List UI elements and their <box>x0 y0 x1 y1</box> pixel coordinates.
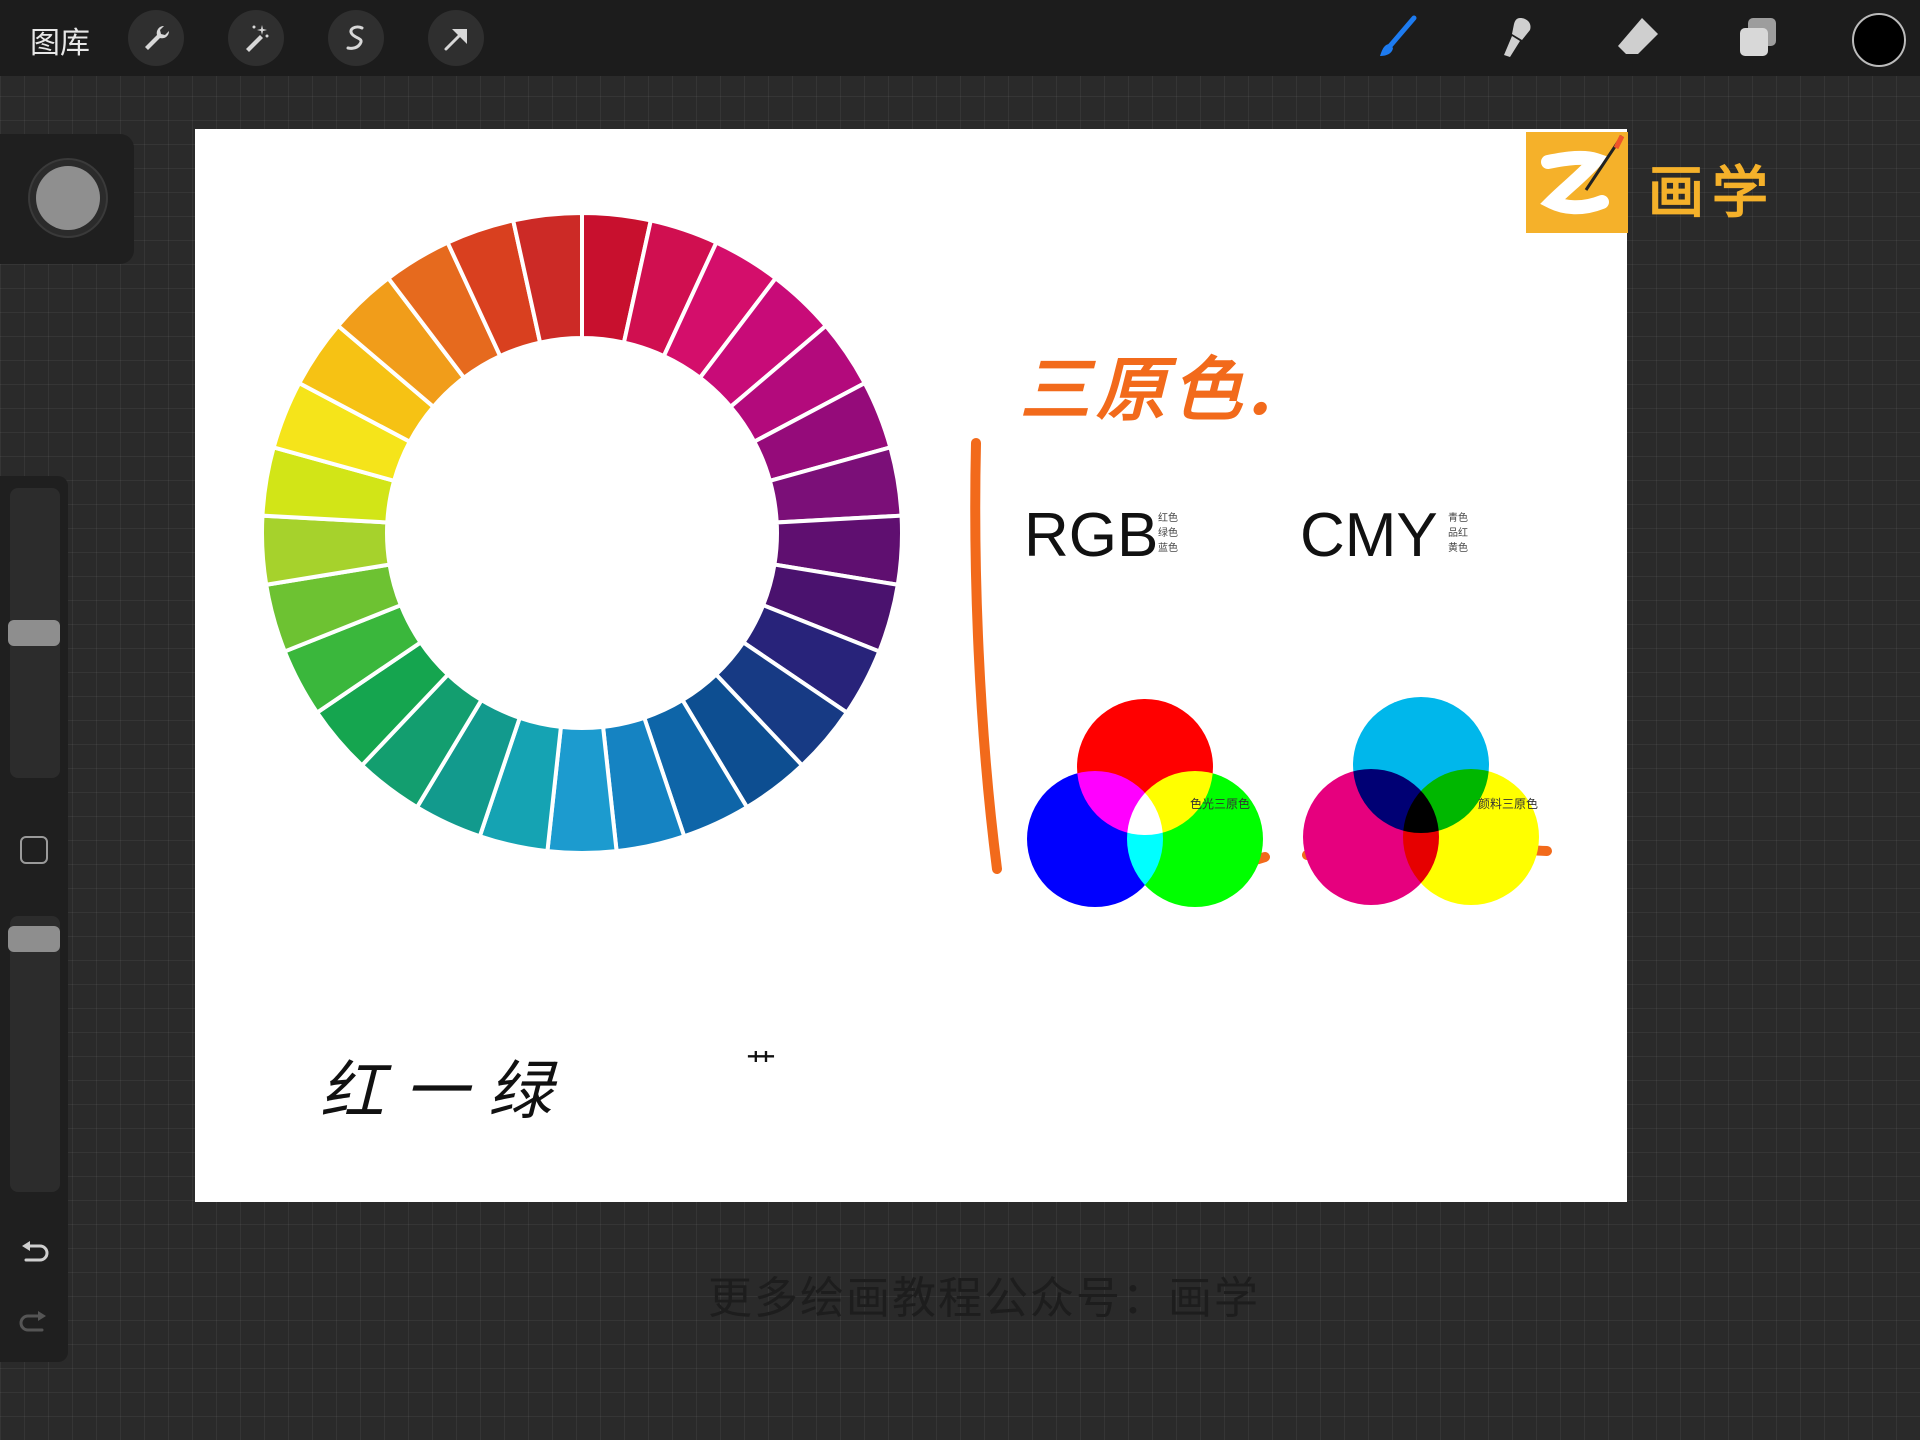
rgb-green-circle <box>1127 771 1263 907</box>
top-toolbar: 图库 <box>0 0 1920 76</box>
cmy-notes: 青色 品红 黄色 <box>1448 513 1468 554</box>
orange-divider-stroke <box>970 438 1002 874</box>
cmy-label: CMY <box>1300 501 1438 570</box>
eraser-icon[interactable] <box>1612 12 1664 64</box>
brush-size-thumb[interactable] <box>8 620 60 646</box>
handwritten-mark: 艹 <box>746 1048 776 1083</box>
opacity-slider[interactable] <box>10 916 60 1192</box>
undo-icon[interactable] <box>18 1240 50 1272</box>
huaxue-logo <box>1526 132 1628 233</box>
brush-icon[interactable] <box>1370 12 1422 64</box>
selection-icon[interactable] <box>328 10 384 66</box>
redo-icon[interactable] <box>18 1310 50 1342</box>
gallery-button[interactable]: 图库 <box>30 18 90 62</box>
rgb-notes: 红色 绿色 蓝色 <box>1158 513 1178 554</box>
rgb-caption: 色光三原色 <box>1190 797 1251 811</box>
magic-wand-icon[interactable] <box>228 10 284 66</box>
handwritten-title: 三原色. <box>1020 348 1279 431</box>
cmy-yellow-circle <box>1403 769 1539 905</box>
color-wheel <box>260 210 904 855</box>
handwritten-red-green: 红一绿 <box>320 1055 572 1129</box>
smudge-icon[interactable] <box>1490 12 1542 64</box>
rgb-label: RGB <box>1024 501 1159 570</box>
sidebar-knob[interactable] <box>36 166 100 230</box>
transform-arrow-icon[interactable] <box>428 10 484 66</box>
opacity-thumb[interactable] <box>8 926 60 952</box>
layers-icon[interactable] <box>1732 12 1784 64</box>
modify-button[interactable] <box>20 836 48 864</box>
wrench-icon[interactable] <box>128 10 184 66</box>
logo-text: 画学 <box>1648 161 1776 226</box>
watermark-text: 更多绘画教程公众号：画学 <box>708 1273 1260 1324</box>
sidebar <box>0 476 68 1362</box>
cmy-caption: 颜料三原色 <box>1478 797 1539 811</box>
color-picker-button[interactable] <box>1852 13 1906 67</box>
